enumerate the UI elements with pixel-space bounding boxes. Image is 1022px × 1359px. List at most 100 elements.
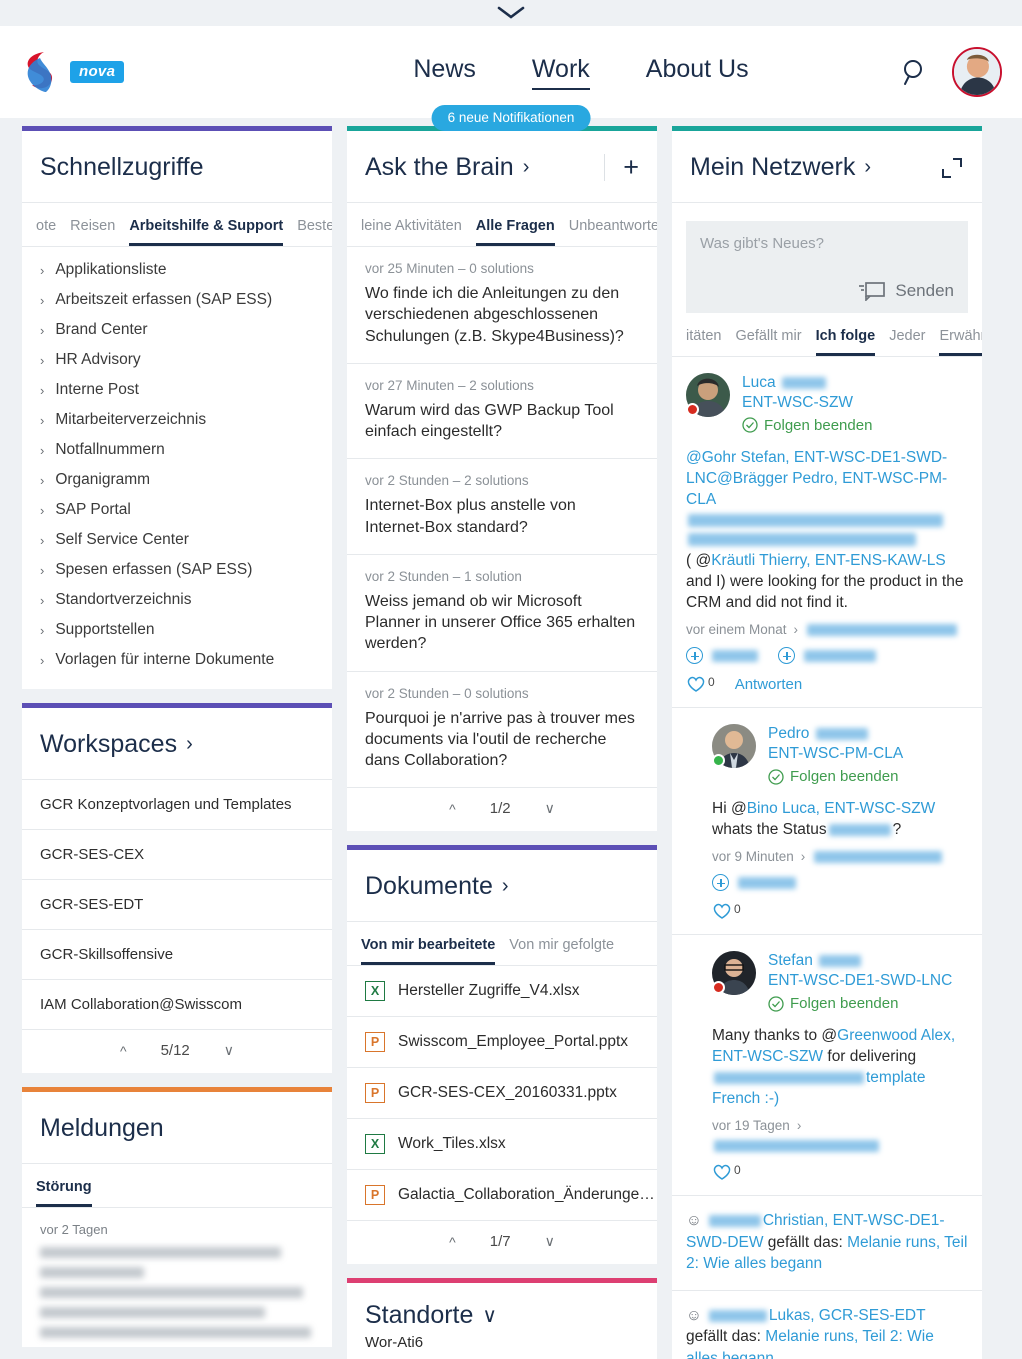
tab-ich-folge[interactable]: Ich folge: [815, 328, 876, 356]
tab-von-mir-bearbeitete[interactable]: Von mir bearbeitete: [361, 937, 496, 966]
author-first-name[interactable]: Pedro: [768, 725, 809, 742]
tab-von-mir-gefolgte[interactable]: Von mir gefolgte: [509, 937, 614, 965]
like-button[interactable]: 0: [686, 675, 715, 693]
tab-meine-aktivitaeten[interactable]: leine Aktivitäten: [361, 218, 462, 246]
tab-jeder[interactable]: Jeder: [889, 328, 925, 356]
list-item[interactable]: › Organigramm: [22, 465, 332, 495]
like-button[interactable]: 0: [712, 1163, 741, 1181]
chevron-right-icon: ›: [40, 292, 45, 308]
pager-prev-icon[interactable]: ^: [449, 801, 456, 817]
tag-chip[interactable]: [778, 647, 878, 665]
standorte-title[interactable]: Standorte ∨: [365, 1301, 639, 1330]
list-item[interactable]: vor 2 Stunden – 1 solution Weiss jemand …: [347, 555, 657, 672]
list-item[interactable]: vor 2 Stunden – 0 solutions Pourquoi je …: [347, 672, 657, 789]
list-item[interactable]: › Mitarbeiterverzeichnis: [22, 405, 332, 435]
workspaces-title[interactable]: Workspaces ›: [40, 730, 193, 759]
workspaces-pager: ^ 5/12 ∨: [22, 1030, 332, 1073]
list-item[interactable]: IAM Collaboration@Swisscom: [22, 980, 332, 1030]
tab-aktivitaeten[interactable]: itäten: [686, 328, 721, 356]
author-first-name[interactable]: Luca: [742, 374, 776, 391]
author-first-name[interactable]: Stefan: [768, 952, 813, 969]
tab-alle-fragen[interactable]: Alle Fragen: [475, 218, 555, 246]
list-item[interactable]: › SAP Portal: [22, 495, 332, 525]
unfollow-button[interactable]: Folgen beenden: [742, 416, 872, 435]
tab-gefaellt-mir[interactable]: Gefällt mir: [735, 328, 801, 356]
activity-person[interactable]: Lukas, GCR-SES-EDT: [769, 1307, 925, 1324]
list-item[interactable]: › Self Service Center: [22, 525, 332, 555]
mention-link[interactable]: Bino Luca, ENT-WSC-SZW: [747, 800, 936, 817]
list-item[interactable]: vor 27 Minuten – 2 solutions Warum wird …: [347, 364, 657, 460]
notifications-pill[interactable]: 6 neue Notifikationen: [431, 105, 591, 131]
ask-the-brain-title[interactable]: Ask the Brain ›: [365, 153, 529, 182]
tag-chip[interactable]: [686, 647, 760, 665]
avatar[interactable]: [686, 373, 730, 417]
dokumente-title[interactable]: Dokumente ›: [365, 872, 509, 901]
nav-item-work[interactable]: Work: [531, 55, 590, 90]
list-item[interactable]: › Standortverzeichnis: [22, 585, 332, 615]
card-meldungen: Meldungen Störung vor 2 Tagen: [22, 1087, 332, 1347]
avatar[interactable]: [712, 951, 756, 996]
pager-prev-icon[interactable]: ^: [120, 1043, 127, 1059]
list-item[interactable]: › Spesen erfassen (SAP ESS): [22, 555, 332, 585]
author-org[interactable]: ENT-WSC-PM-CLA: [768, 745, 903, 762]
list-item[interactable]: vor 2 Stunden – 2 solutions Internet-Box…: [347, 459, 657, 555]
brand-block[interactable]: nova: [20, 49, 350, 95]
pager-prev-icon[interactable]: ^: [449, 1234, 456, 1250]
list-item-label: HR Advisory: [55, 351, 141, 368]
mention-link[interactable]: @Brägger Pedro, ENT-WSC-PM-CLA: [686, 470, 947, 508]
avatar[interactable]: [952, 47, 1002, 97]
chevron-down-icon[interactable]: [497, 6, 525, 20]
list-item[interactable]: GCR-Skillsoffensive: [22, 930, 332, 980]
send-button[interactable]: Senden: [858, 281, 954, 301]
avatar[interactable]: [712, 724, 756, 769]
presence-indicator: [686, 403, 699, 416]
list-item[interactable]: GCR-SES-CEX: [22, 830, 332, 880]
tab-reisen[interactable]: Reisen: [70, 218, 115, 246]
tab-arbeitshilfe-support[interactable]: Arbeitshilfe & Support: [129, 218, 284, 246]
list-item[interactable]: X Work_Tiles.xlsx: [347, 1119, 657, 1171]
list-item[interactable]: › Arbeitszeit erfassen (SAP ESS): [22, 285, 332, 315]
list-item[interactable]: GCR-SES-EDT: [22, 880, 332, 930]
list-item[interactable]: vor 25 Minuten – 0 solutions Wo finde ic…: [347, 247, 657, 364]
list-item[interactable]: P GCR-SES-CEX_20160331.pptx: [347, 1068, 657, 1120]
author-org[interactable]: ENT-WSC-SZW: [742, 394, 853, 411]
list-item[interactable]: › Interne Post: [22, 375, 332, 405]
pager-next-icon[interactable]: ∨: [224, 1042, 234, 1059]
add-question-button[interactable]: +: [604, 154, 639, 181]
pager-next-icon[interactable]: ∨: [545, 1233, 555, 1250]
page-collapse-strip[interactable]: [0, 0, 1022, 26]
pager-next-icon[interactable]: ∨: [545, 800, 555, 817]
reply-button[interactable]: Antworten: [735, 676, 803, 693]
tab-erwaehnung[interactable]: Erwähnung: [939, 328, 982, 356]
expand-icon[interactable]: [940, 156, 964, 180]
list-item[interactable]: P Galactia_Collaboration_Änderunge…: [347, 1170, 657, 1222]
list-item[interactable]: GCR Konzeptvorlagen und Templates: [22, 780, 332, 830]
list-item[interactable]: › Applikationsliste: [22, 255, 332, 285]
tab-unbeantwortete[interactable]: Unbeantwortete: [569, 218, 657, 246]
nav-item-news[interactable]: News: [413, 55, 476, 90]
tab-stoerung[interactable]: Störung: [36, 1179, 92, 1207]
list-item[interactable]: › Supportstellen: [22, 615, 332, 645]
excel-file-icon: X: [365, 1134, 385, 1155]
mention-link[interactable]: Kräutli Thierry, ENT-ENS-KAW-LS: [711, 552, 946, 569]
list-item-label: Mitarbeiterverzeichnis: [55, 411, 207, 428]
list-item[interactable]: › HR Advisory: [22, 345, 332, 375]
tab-angebote[interactable]: ote: [36, 218, 56, 246]
unfollow-button[interactable]: Folgen beenden: [768, 994, 952, 1013]
list-item[interactable]: › Brand Center: [22, 315, 332, 345]
tab-bestellen[interactable]: Bestellen: [297, 218, 332, 246]
column-middle: Ask the Brain › + leine Aktivitäten Alle…: [347, 126, 657, 1359]
post-composer[interactable]: Was gibt's Neues? Senden: [686, 221, 968, 313]
unfollow-button[interactable]: Folgen beenden: [768, 767, 903, 786]
list-item[interactable]: X Hersteller Zugriffe_V4.xlsx: [347, 966, 657, 1018]
search-icon[interactable]: [900, 57, 930, 87]
like-button[interactable]: 0: [712, 902, 741, 920]
list-item[interactable]: › Vorlagen für interne Dokumente: [22, 645, 332, 675]
nav-item-about-us[interactable]: About Us: [646, 55, 749, 90]
swisscom-logo-icon[interactable]: [20, 49, 56, 95]
author-org[interactable]: ENT-WSC-DE1-SWD-LNC: [768, 972, 952, 989]
network-title[interactable]: Mein Netzwerk ›: [690, 153, 871, 182]
list-item[interactable]: › Notfallnummern: [22, 435, 332, 465]
list-item[interactable]: P Swisscom_Employee_Portal.pptx: [347, 1017, 657, 1069]
tag-chip[interactable]: [712, 874, 798, 892]
